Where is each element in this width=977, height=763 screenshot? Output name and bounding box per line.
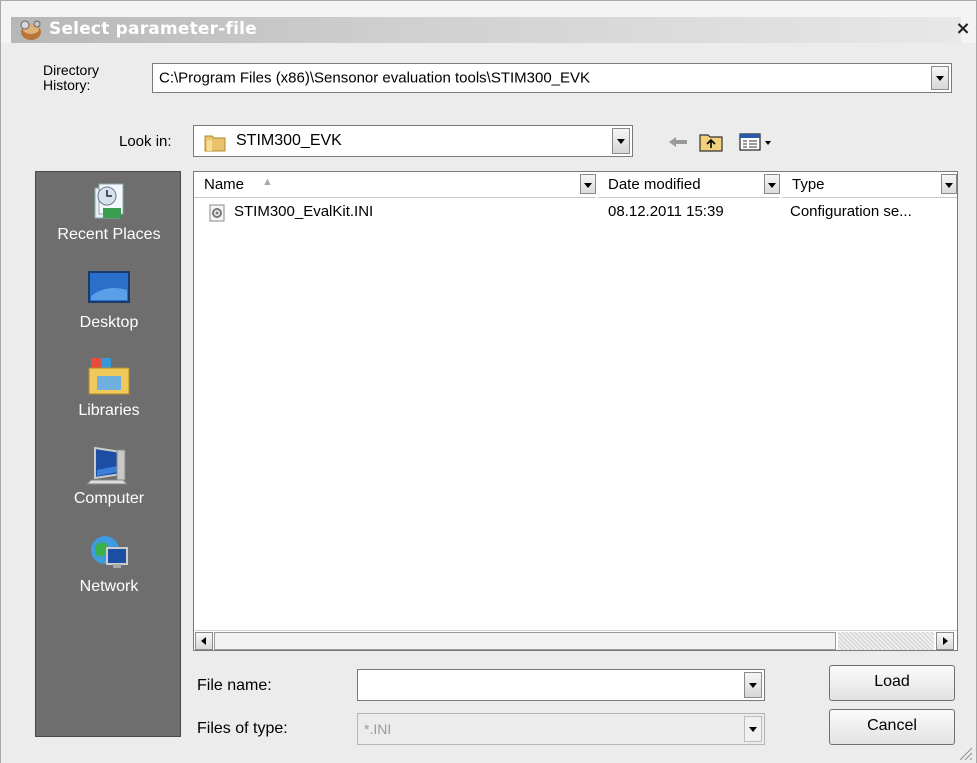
scrollbar-thumb[interactable] (214, 632, 836, 650)
up-folder-icon[interactable] (697, 129, 725, 155)
column-header-label: Date modified (608, 176, 701, 193)
file-name-cell: STIM300_EvalKit.INI (234, 203, 374, 220)
files-of-type-value: *.INI (364, 721, 392, 737)
directory-history-dropdown-button[interactable] (931, 66, 949, 90)
load-button[interactable]: Load (829, 665, 955, 701)
sort-ascending-icon: ▲ (262, 176, 273, 188)
files-of-type-dropdown-button[interactable] (744, 716, 762, 742)
directory-history-label-line2: History: (43, 77, 91, 93)
date-modified-cell: 08.12.2011 15:39 (608, 203, 724, 220)
files-of-type-combo[interactable]: *.INI (357, 713, 765, 745)
title-bar[interactable]: Select parameter-file × (1, 1, 976, 43)
close-button[interactable]: × (951, 18, 975, 42)
libraries-icon (88, 358, 130, 395)
file-name-label: File name: (197, 677, 272, 694)
place-recent-places[interactable]: Recent Places (36, 176, 182, 260)
back-arrow-icon[interactable] (665, 129, 693, 155)
place-computer[interactable]: Computer (36, 440, 182, 524)
computer-icon (87, 446, 129, 485)
column-header-name[interactable]: Name ▲ (194, 172, 596, 198)
dialog-body: Directory History: C:\Program Files (x86… (1, 43, 976, 763)
column-filter-dropdown[interactable] (941, 174, 957, 194)
desktop-icon (88, 271, 130, 303)
directory-history-label: Directory History: (43, 63, 99, 93)
scroll-right-icon[interactable] (936, 632, 954, 650)
directory-history-label-line1: Directory (43, 62, 100, 78)
app-icon (20, 20, 41, 40)
file-list[interactable]: Name ▲ Date modified Type STIM300_EvalKi… (193, 171, 958, 651)
file-row[interactable]: STIM300_EvalKit.INI 08.12.2011 15:39 Con… (194, 200, 957, 224)
place-label: Desktop (79, 314, 139, 331)
directory-history-value: C:\Program Files (x86)\Sensonor evaluati… (159, 69, 591, 87)
column-header-label: Name (204, 176, 245, 193)
directory-history-combo[interactable]: C:\Program Files (x86)\Sensonor evaluati… (152, 63, 952, 93)
scroll-left-icon[interactable] (195, 632, 213, 650)
column-filter-dropdown[interactable] (764, 174, 780, 194)
file-name-combo[interactable] (357, 669, 765, 701)
place-label: Network (79, 578, 139, 595)
close-icon: × (955, 18, 971, 39)
type-cell: Configuration se... (790, 203, 912, 220)
view-menu-icon[interactable] (737, 129, 777, 155)
look-in-value: STIM300_EVK (236, 132, 342, 149)
look-in-dropdown-button[interactable] (612, 128, 630, 154)
window-title: Select parameter-file (49, 19, 257, 39)
look-in-label: Look in: (119, 133, 172, 150)
cancel-button[interactable]: Cancel (829, 709, 955, 745)
look-in-combo[interactable]: STIM300_EVK (193, 125, 633, 157)
ini-file-icon (209, 204, 225, 222)
resize-grip-icon[interactable] (957, 745, 973, 761)
file-name-dropdown-button[interactable] (744, 672, 762, 698)
scrollbar-track[interactable] (838, 632, 934, 650)
files-of-type-label: Files of type: (197, 720, 288, 737)
place-label: Computer (73, 490, 145, 507)
place-label: Recent Places (57, 226, 161, 243)
folder-icon (204, 135, 226, 152)
recent-places-icon (94, 183, 124, 219)
column-filter-dropdown[interactable] (580, 174, 596, 194)
places-bar: Recent Places Desktop Libraries Computer… (35, 171, 181, 737)
network-icon (91, 536, 128, 568)
column-header-date-modified[interactable]: Date modified (598, 172, 780, 198)
cancel-button-label: Cancel (867, 717, 917, 734)
place-network[interactable]: Network (36, 528, 182, 612)
column-header-label: Type (792, 176, 825, 193)
place-label: Libraries (78, 402, 140, 419)
select-parameter-file-dialog: Select parameter-file × Directory Histor… (0, 0, 977, 763)
horizontal-scrollbar[interactable] (194, 630, 957, 650)
column-header-type[interactable]: Type (782, 172, 957, 198)
place-libraries[interactable]: Libraries (36, 352, 182, 436)
load-button-label: Load (874, 673, 910, 690)
place-desktop[interactable]: Desktop (36, 264, 182, 348)
